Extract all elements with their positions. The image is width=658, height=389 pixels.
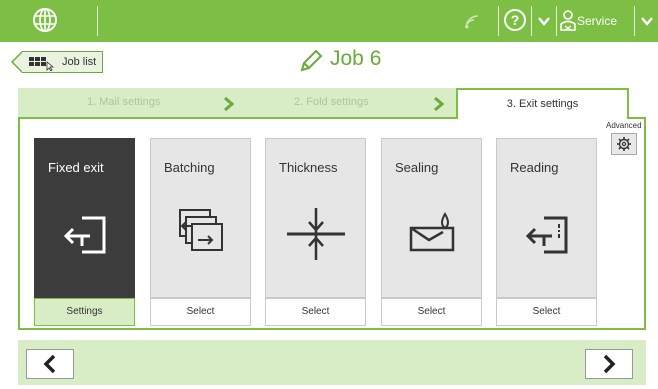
top-bar: ? Service [0, 0, 658, 42]
bottom-bar [18, 340, 646, 385]
exit-icon [63, 216, 106, 254]
sealing-icon [409, 212, 455, 252]
help-icon[interactable]: ? [503, 8, 527, 32]
service-label[interactable]: Service [577, 14, 617, 28]
chevron-right-icon [603, 354, 616, 374]
thickness-icon [287, 208, 345, 260]
card-sealing[interactable]: Sealing Select [381, 138, 482, 328]
signal-icon [465, 15, 479, 29]
previous-button[interactable] [26, 349, 74, 379]
tab-exit-settings[interactable]: 3. Exit settings [456, 88, 629, 119]
tab-strip [18, 88, 458, 118]
reading-icon [525, 216, 568, 254]
tab-exit-settings-label: 3. Exit settings [506, 98, 579, 110]
chevron-left-icon [43, 354, 56, 374]
divider [531, 6, 532, 36]
chevron-right-icon [434, 96, 445, 112]
divider [97, 6, 98, 36]
gear-icon [617, 137, 631, 151]
card-title: Batching [164, 160, 215, 175]
page-title: Job 6 [330, 47, 382, 70]
batching-icon [179, 209, 223, 251]
card-title: Thickness [279, 160, 338, 175]
job-list-button[interactable]: Job list [11, 51, 103, 73]
globe-icon[interactable] [30, 5, 60, 35]
chevron-down-icon[interactable] [537, 14, 551, 28]
sealing-select-button[interactable]: Select [381, 298, 482, 326]
card-title: Reading [510, 160, 559, 175]
pencil-icon [300, 49, 323, 72]
tab-fold-settings[interactable]: 2. Fold settings [294, 96, 369, 108]
chevron-down-icon[interactable] [640, 14, 654, 28]
divider [556, 6, 557, 36]
user-service-icon[interactable] [560, 9, 576, 31]
next-button[interactable] [585, 349, 633, 379]
card-batching[interactable]: Batching Select [150, 138, 251, 328]
reading-select-button[interactable]: Select [496, 298, 597, 326]
job-list-label: Job list [62, 56, 97, 68]
card-fixed-exit[interactable]: Fixed exit Settings [34, 138, 135, 328]
advanced-label: Advanced [606, 121, 642, 130]
thickness-select-button[interactable]: Select [265, 298, 366, 326]
card-thickness[interactable]: Thickness Select [265, 138, 366, 328]
advanced-settings-button[interactable] [611, 133, 637, 155]
divider [498, 6, 499, 36]
divider [634, 6, 635, 36]
card-reading[interactable]: Reading Select [496, 138, 597, 328]
card-title: Fixed exit [48, 160, 104, 175]
tab-mail-settings[interactable]: 1. Mail settings [87, 96, 160, 108]
fixed-exit-settings-button[interactable]: Settings [34, 298, 135, 326]
card-title: Sealing [395, 160, 439, 175]
batching-select-button[interactable]: Select [150, 298, 251, 326]
chevron-right-icon [224, 96, 235, 112]
svg-text:?: ? [511, 12, 520, 28]
job-list-icon [29, 57, 55, 71]
